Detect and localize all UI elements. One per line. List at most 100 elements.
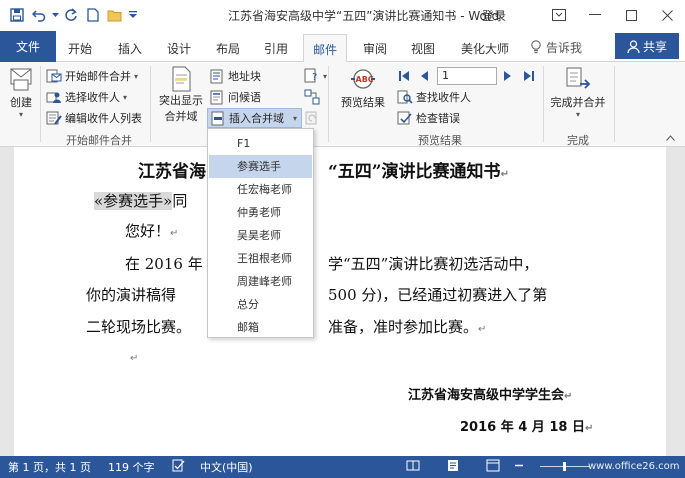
- menu-item-teacher-wu[interactable]: 吴昊老师: [209, 224, 312, 247]
- word-count[interactable]: 119 个字: [108, 459, 155, 475]
- merge-field-contestant: «参赛选手»: [94, 192, 173, 210]
- read-mode-icon[interactable]: [406, 459, 420, 475]
- menu-item-email[interactable]: 邮箱: [209, 316, 312, 339]
- address-block-icon: [210, 69, 223, 83]
- edit-recipient-list-label: 编辑收件人列表: [65, 112, 142, 125]
- last-record-button[interactable]: [522, 66, 536, 86]
- greeting-line: 您好！↵: [125, 220, 178, 241]
- start-mail-merge-button[interactable]: 开始邮件合并 ▾: [46, 66, 138, 86]
- match-fields-button[interactable]: [304, 87, 320, 107]
- create-dropdown-icon: ▾: [18, 110, 23, 119]
- tab-beautify-master[interactable]: 美化大师: [452, 34, 518, 62]
- tab-file[interactable]: 文件: [0, 31, 56, 62]
- para2-right: 500 分)，已经通过初赛进入了第: [328, 286, 548, 304]
- preview-results-label: 预览结果: [341, 96, 385, 109]
- menu-item-teacher-ren[interactable]: 任宏梅老师: [209, 178, 312, 201]
- doc-title-left: 江苏省海: [138, 162, 206, 182]
- quick-access-toolbar: [0, 0, 140, 30]
- tab-layout[interactable]: 布局: [208, 34, 248, 62]
- tab-references[interactable]: 引用: [256, 34, 296, 62]
- edit-list-icon: [46, 111, 62, 125]
- paragraph-mark: ↵: [564, 391, 573, 402]
- signature-line: 江苏省海安高级中学学生会↵: [408, 384, 572, 403]
- customize-qat-icon[interactable]: [126, 3, 140, 27]
- insert-merge-field-button[interactable]: 插入合并域 ▾: [207, 108, 303, 128]
- maximize-icon[interactable]: [613, 0, 649, 30]
- open-folder-icon[interactable]: [104, 3, 126, 27]
- find-recipient-button[interactable]: 查找收件人: [397, 87, 471, 107]
- match-fields-icon: [304, 89, 320, 105]
- menu-item-contestant[interactable]: 参赛选手: [209, 155, 312, 178]
- close-icon[interactable]: [649, 0, 685, 30]
- page-count[interactable]: 第 1 页，共 1 页: [8, 459, 91, 475]
- next-record-button[interactable]: [502, 66, 514, 86]
- proofing-icon[interactable]: [172, 459, 185, 475]
- zoom-out-icon[interactable]: [514, 459, 524, 475]
- tab-insert[interactable]: 插入: [110, 34, 150, 62]
- finish-merge-button[interactable]: 完成并合并 ▾: [548, 66, 608, 119]
- para3-right-text: 准备，准时参加比赛。: [328, 318, 479, 336]
- previous-record-button[interactable]: [418, 66, 430, 86]
- date-line: 2016 年 4 月 18 日↵: [460, 416, 593, 435]
- minimize-icon[interactable]: [577, 0, 613, 30]
- zoom-slider-thumb[interactable]: [563, 462, 566, 471]
- new-document-icon[interactable]: [82, 3, 104, 27]
- record-number-input[interactable]: 1: [437, 67, 497, 85]
- tell-me-box[interactable]: 告诉我: [530, 35, 582, 59]
- greeting-line-label: 问候语: [228, 91, 261, 104]
- menu-item-teacher-zhou[interactable]: 周建峰老师: [209, 270, 312, 293]
- edit-recipient-list-button[interactable]: 编辑收件人列表: [46, 108, 142, 128]
- tab-review[interactable]: 审阅: [355, 34, 395, 62]
- salutation-after: 同: [172, 192, 188, 210]
- tab-mailings[interactable]: 邮件: [303, 34, 347, 63]
- preview-results-group-label: 预览结果: [418, 134, 462, 147]
- menu-item-f1[interactable]: F1: [209, 132, 312, 155]
- select-recipients-dropdown-icon: ▾: [123, 92, 128, 102]
- signature-text: 江苏省海安高级中学学生会: [408, 388, 565, 403]
- first-record-button[interactable]: [397, 66, 411, 86]
- address-block-button[interactable]: 地址块: [210, 66, 261, 86]
- ribbon-display-options-icon[interactable]: [541, 0, 577, 30]
- print-layout-icon[interactable]: [446, 459, 460, 475]
- paragraph-mark: ↵: [170, 228, 179, 239]
- document-page[interactable]: 江苏省海 “五四”演讲比赛通知书↵ «参赛选手»同 您好！↵ 在 2016 年 …: [14, 147, 666, 456]
- collapse-ribbon-icon[interactable]: [666, 128, 675, 148]
- web-layout-icon[interactable]: [486, 459, 500, 475]
- preview-results-button[interactable]: ABC 预览结果: [338, 66, 388, 110]
- menu-item-teacher-zhong[interactable]: 仲勇老师: [209, 201, 312, 224]
- greeting-line-button[interactable]: 问候语: [210, 87, 261, 107]
- redo-icon[interactable]: [60, 3, 82, 27]
- undo-icon[interactable]: [28, 3, 50, 27]
- undo-dropdown-icon[interactable]: [50, 3, 60, 27]
- check-errors-button[interactable]: 检查错误: [397, 108, 460, 128]
- tell-me-label: 告诉我: [546, 40, 583, 55]
- language-indicator[interactable]: 中文(中国): [200, 459, 253, 475]
- user-icon: [627, 39, 640, 53]
- menu-item-total-score[interactable]: 总分: [209, 293, 312, 316]
- tab-home[interactable]: 开始: [60, 34, 100, 62]
- create-button[interactable]: 创建 ▾: [6, 66, 36, 119]
- paragraph-mark: ↵: [584, 423, 594, 434]
- title-bar: 江苏省海安高级中学“五四”演讲比赛通知书 - Word 登录: [0, 0, 685, 30]
- share-button[interactable]: 共享: [615, 33, 679, 59]
- highlight-merge-fields-button[interactable]: 突出显示 合并域: [155, 66, 207, 124]
- para3-left: 二轮现场比赛。: [86, 318, 192, 336]
- login-link[interactable]: 登录: [482, 7, 506, 24]
- svg-text:?: ?: [312, 72, 317, 83]
- save-icon[interactable]: [6, 3, 28, 27]
- tab-design[interactable]: 设计: [159, 34, 199, 62]
- window-title: 江苏省海安高级中学“五四”演讲比赛通知书 - Word: [228, 9, 500, 23]
- select-recipients-button[interactable]: 选择收件人 ▾: [46, 87, 127, 107]
- menu-item-teacher-wang[interactable]: 王祖根老师: [209, 247, 312, 270]
- date-text: 2016 年 4 月 18 日: [460, 420, 585, 435]
- update-labels-button[interactable]: [304, 108, 320, 128]
- para1-right: 学“五四”演讲比赛初选活动中，: [328, 255, 539, 273]
- paragraph-mark: ↵: [478, 324, 487, 335]
- rules-icon: ?: [304, 68, 317, 83]
- highlight-fields-label-1: 突出显示: [159, 94, 203, 107]
- highlight-fields-label-2: 合并域: [164, 110, 198, 123]
- rules-button[interactable]: ? ▾: [304, 66, 327, 86]
- tab-view[interactable]: 视图: [403, 34, 443, 62]
- doc-title-right: “五四”演讲比赛通知书↵: [328, 157, 509, 182]
- greeting-line-icon: [210, 90, 223, 104]
